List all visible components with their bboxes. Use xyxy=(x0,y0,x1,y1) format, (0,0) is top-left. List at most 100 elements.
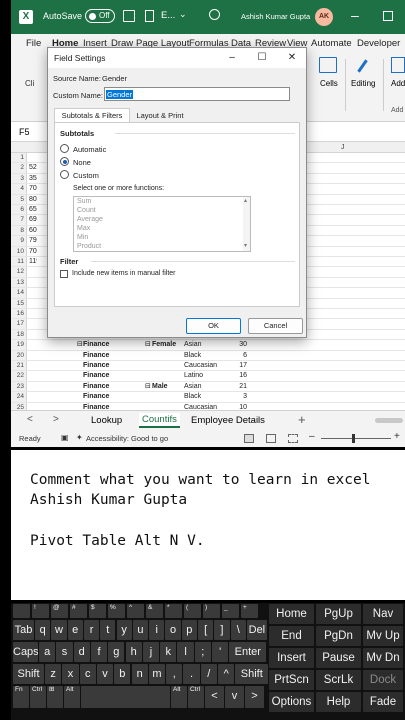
key-v[interactable]: v xyxy=(225,686,244,708)
chevron-down-icon[interactable]: ▾ xyxy=(244,242,247,249)
key-t[interactable]: t xyxy=(100,620,116,640)
key-caps[interactable]: Caps xyxy=(13,642,38,662)
clipboard-label[interactable]: Cli xyxy=(25,79,34,88)
key-z[interactable]: z xyxy=(45,664,62,684)
chevron-left-icon[interactable]: < xyxy=(27,414,33,425)
table-row[interactable]: 19 ⊟ Finance ⊟ Female Asian 30 xyxy=(11,340,405,351)
key-shift[interactable]: Shift xyxy=(235,664,269,684)
cell-ethnicity[interactable]: Black xyxy=(184,392,229,401)
column-header-j[interactable]: J xyxy=(341,144,345,151)
accessibility-icon[interactable]: ✦ xyxy=(76,433,83,442)
key-symbol[interactable]: $ xyxy=(89,604,106,618)
row-number[interactable]: 4 xyxy=(11,184,27,194)
editing-icon[interactable] xyxy=(357,57,375,73)
table-row[interactable]: 21 Finance Caucasian 17 xyxy=(11,361,405,372)
table-row[interactable]: 24 Finance Black 3 xyxy=(11,392,405,403)
table-row[interactable]: 23 Finance ⊟ Male Asian 21 xyxy=(11,381,405,393)
key-symbol[interactable]: + xyxy=(241,604,258,618)
cell-count[interactable]: 17 xyxy=(229,361,247,370)
key-m[interactable]: m xyxy=(148,664,166,684)
name-box[interactable]: F5 xyxy=(19,127,30,137)
normal-view-icon[interactable] xyxy=(244,434,254,443)
cell-value[interactable]: 70 xyxy=(29,184,37,193)
key-space[interactable] xyxy=(81,686,170,708)
row-number[interactable]: 23 xyxy=(11,381,27,392)
maximize-icon[interactable]: ☐ xyxy=(248,48,276,68)
key-symbol[interactable]: * xyxy=(165,604,182,618)
table-row[interactable]: 22 Finance Latino 16 xyxy=(11,371,405,382)
key-u[interactable]: u xyxy=(132,620,149,640)
key-symbol[interactable]: / xyxy=(200,664,217,684)
chevron-right-icon[interactable]: > xyxy=(53,414,59,425)
cells-icon[interactable] xyxy=(319,57,337,73)
key-symbol[interactable]: ] xyxy=(214,620,230,640)
tab-file[interactable]: File xyxy=(26,38,41,49)
accessibility-status[interactable]: Accessibility: Good to go xyxy=(86,434,168,443)
listbox-scrollbar[interactable]: ▴ ▾ xyxy=(243,197,250,251)
row-number[interactable]: 10 xyxy=(11,246,27,256)
key-enter[interactable]: Enter xyxy=(229,642,267,662)
key-y[interactable]: y xyxy=(116,620,132,640)
ok-button[interactable]: OK xyxy=(186,318,241,334)
key-h[interactable]: h xyxy=(125,642,142,662)
key-symbol[interactable]: _ xyxy=(222,604,239,618)
row-number[interactable]: 7 xyxy=(11,215,27,225)
cell-value[interactable]: 70 xyxy=(29,247,37,256)
add-ins-icon[interactable] xyxy=(391,57,405,73)
cell-department[interactable]: Finance xyxy=(83,351,143,360)
row-number[interactable]: 25 xyxy=(11,402,27,410)
sheet-tab-lookup[interactable]: Lookup xyxy=(91,415,122,426)
cell-count[interactable]: 3 xyxy=(229,392,247,401)
key-n[interactable]: n xyxy=(131,664,148,684)
row-number[interactable]: 16 xyxy=(11,309,27,319)
key-pgup[interactable]: PgUp xyxy=(316,604,361,624)
key-symbol[interactable]: \ xyxy=(230,620,246,640)
key-x[interactable]: x xyxy=(62,664,79,684)
key-p[interactable]: p xyxy=(181,620,197,640)
cell-department[interactable]: Finance xyxy=(83,371,143,380)
cell-count[interactable]: 10 xyxy=(229,403,247,410)
cell-value[interactable]: 119 xyxy=(29,257,37,266)
row-number[interactable]: 22 xyxy=(11,371,27,381)
cell-department[interactable]: Finance xyxy=(83,361,143,370)
key-f[interactable]: f xyxy=(90,642,108,662)
search-icon[interactable] xyxy=(209,9,220,20)
key-fn[interactable]: Fn xyxy=(13,686,29,708)
key-symbol[interactable]: ' xyxy=(212,642,229,662)
cell-department[interactable]: Finance xyxy=(83,392,143,401)
key-scrlk[interactable]: ScrLk xyxy=(316,670,361,690)
key-symbol[interactable]: ⊞ xyxy=(47,686,63,708)
autosave-toggle[interactable]: Off xyxy=(85,9,115,23)
key-blank[interactable] xyxy=(13,604,30,618)
row-number[interactable]: 19 xyxy=(11,340,27,350)
page-layout-view-icon[interactable] xyxy=(266,434,276,443)
custom-name-input[interactable]: Gender xyxy=(104,87,290,101)
key-l[interactable]: l xyxy=(177,642,194,662)
maximize-icon[interactable] xyxy=(383,11,393,21)
chevron-down-icon[interactable]: ⌄ xyxy=(179,9,187,20)
tab-automate[interactable]: Automate xyxy=(311,38,352,49)
key-help[interactable]: Help xyxy=(316,692,361,712)
cell-ethnicity[interactable]: Asian xyxy=(184,382,229,391)
collapse-icon[interactable]: ⊟ xyxy=(145,382,151,391)
cell-value[interactable]: 35 xyxy=(29,174,37,183)
row-number[interactable]: 6 xyxy=(11,205,27,215)
table-row[interactable]: 20 Finance Black 6 xyxy=(11,350,405,361)
key-a[interactable]: a xyxy=(39,642,56,662)
key-r[interactable]: r xyxy=(83,620,100,640)
list-item[interactable]: Count xyxy=(77,207,96,214)
list-item[interactable]: Min xyxy=(77,234,88,241)
key-symbol[interactable]: ! xyxy=(32,604,49,618)
cell-ethnicity[interactable]: Caucasian xyxy=(184,361,229,370)
key-symbol[interactable]: ) xyxy=(203,604,220,618)
key-symbol[interactable]: ; xyxy=(194,642,211,662)
key-s[interactable]: s xyxy=(56,642,73,662)
key-dock[interactable]: Dock xyxy=(363,670,403,690)
key-o[interactable]: o xyxy=(165,620,181,640)
cell-ethnicity[interactable]: Latino xyxy=(184,371,229,380)
row-number[interactable]: 1 xyxy=(11,153,27,163)
key-insert[interactable]: Insert xyxy=(269,648,314,668)
cell-ethnicity[interactable]: Black xyxy=(184,351,229,360)
tab-layout-print[interactable]: Layout & Print xyxy=(130,109,190,122)
cell-count[interactable]: 16 xyxy=(229,371,247,380)
